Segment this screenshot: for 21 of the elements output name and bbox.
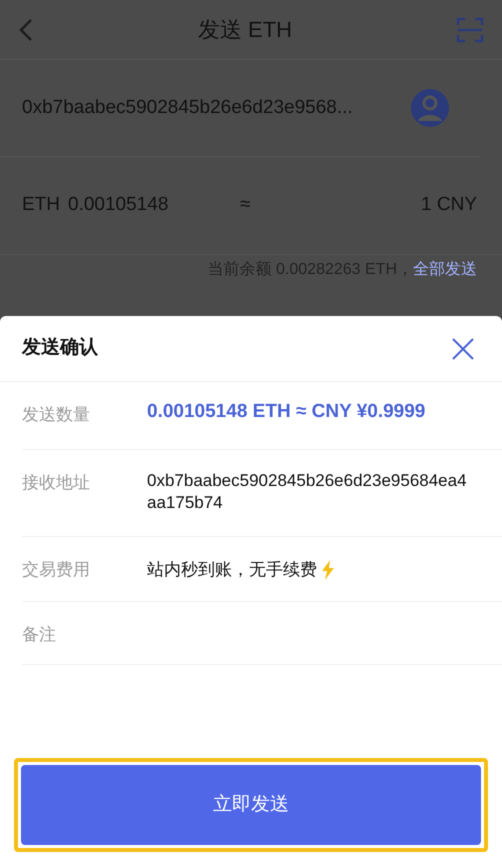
page-title: 发送 ETH <box>198 16 292 44</box>
approx-sign: ≈ <box>240 193 250 218</box>
field-label: 接收地址 <box>22 472 91 494</box>
contact-avatar-icon[interactable] <box>410 88 450 128</box>
close-icon[interactable] <box>452 338 474 360</box>
field-label: 交易费用 <box>22 559 91 581</box>
receive-address: 0xb7baabec5902845b26e6d23e95684ea4aa175b74 <box>147 470 467 514</box>
send-all-link[interactable]: 全部发送 <box>413 258 477 282</box>
recipient-address[interactable]: 0xb7baabec5902845b26e6d23e9568... <box>22 94 353 122</box>
scan-icon[interactable] <box>456 16 484 42</box>
fee-text: 站内秒到账，无手续费 <box>147 559 317 581</box>
field-label: 发送数量 <box>22 404 91 426</box>
sheet-title: 发送确认 <box>22 336 98 360</box>
currency-label: ETH <box>22 193 60 218</box>
send-amount: 0.00105148 ETH ≈ CNY ¥0.9999 <box>147 400 426 424</box>
fiat-value[interactable]: 1 CNY <box>421 191 477 220</box>
lightning-icon <box>321 560 335 580</box>
send-now-button[interactable]: 立即发送 <box>21 765 481 845</box>
amount-value[interactable]: 0.00105148 <box>68 191 240 220</box>
back-icon[interactable] <box>18 18 34 42</box>
field-label: 备注 <box>22 624 57 646</box>
